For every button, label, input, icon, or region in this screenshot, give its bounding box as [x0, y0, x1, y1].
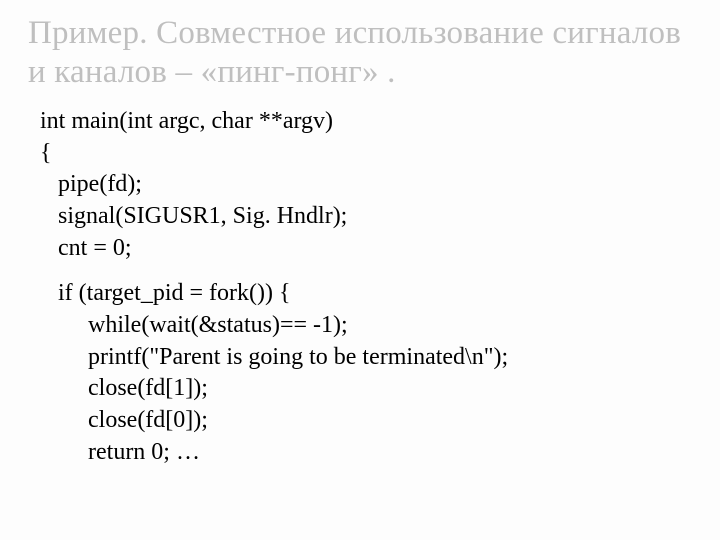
code-block-1: int main(int argc, char **argv) { pipe(f…	[28, 106, 692, 264]
slide-title: Пример. Совместное использование сигнало…	[28, 14, 692, 92]
slide: Пример. Совместное использование сигнало…	[0, 0, 720, 540]
code-block-2: if (target_pid = fork()) { while(wait(&s…	[28, 278, 692, 468]
